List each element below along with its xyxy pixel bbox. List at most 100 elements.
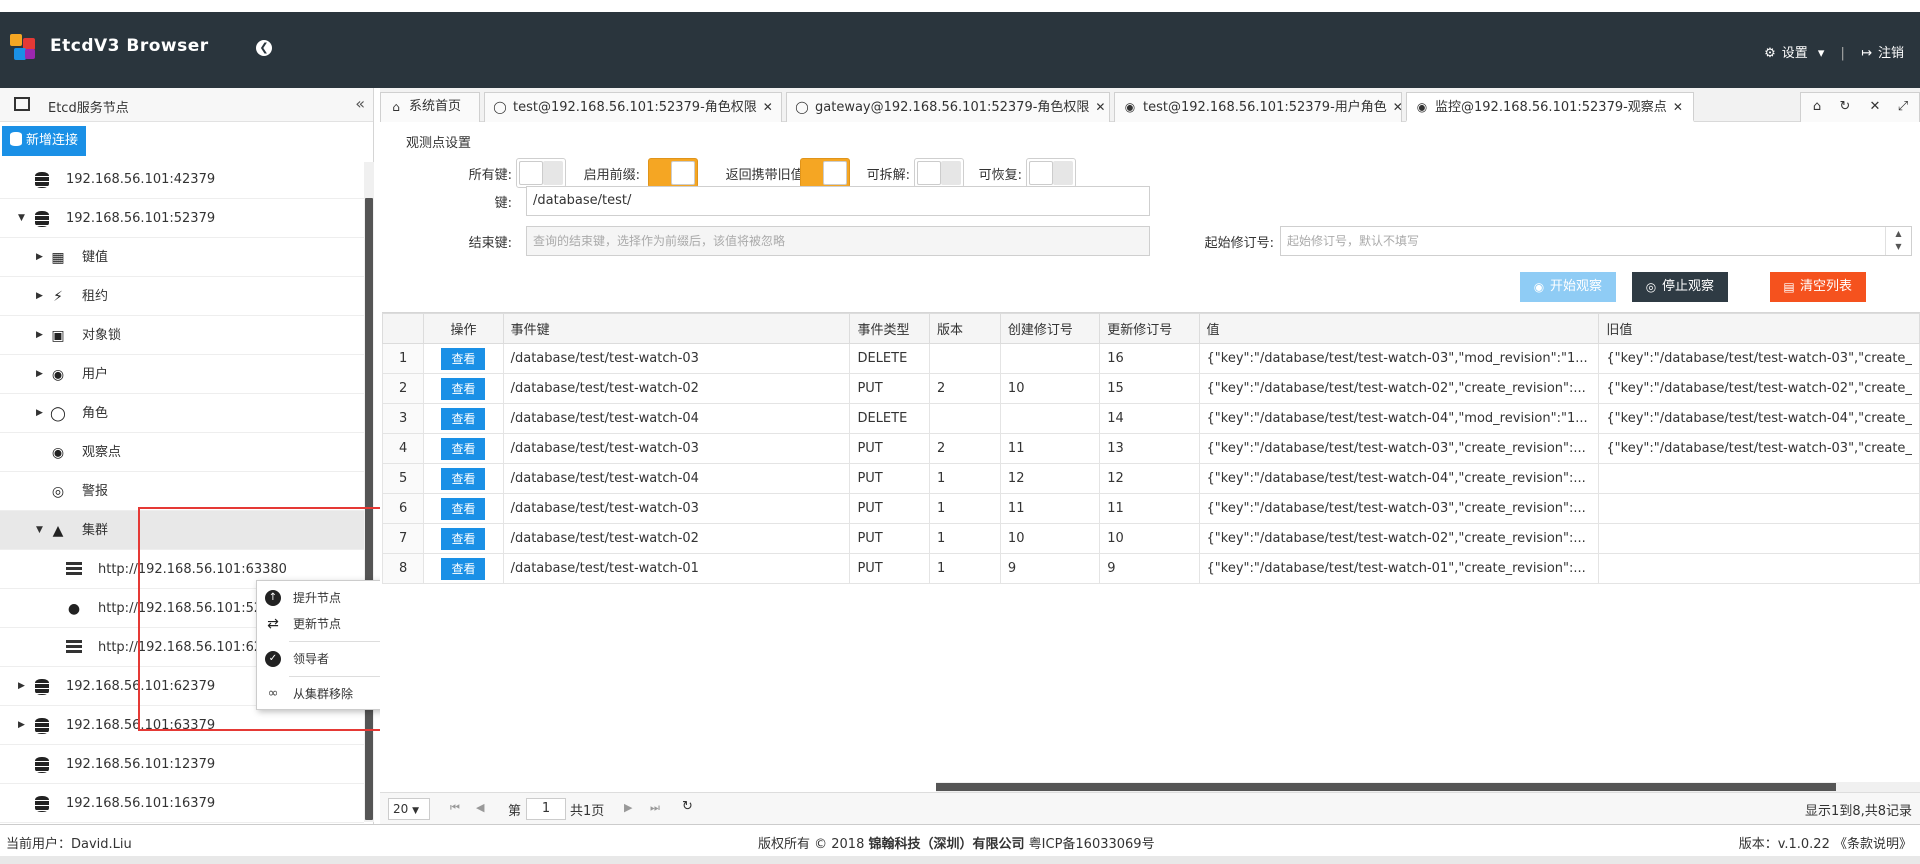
column-header[interactable]: 事件类型 (849, 313, 930, 344)
table-row[interactable]: 1 查看/database/test/test-watch-03 DELETE 16{… (382, 343, 1920, 374)
connection-tree: 192.168.56.101:42379 ▼ 192.168.56.101:52… (0, 160, 374, 824)
last-page-icon[interactable]: ⏭ (650, 801, 660, 815)
tree-item-server-expanded[interactable]: ▼ 192.168.56.101:52379 (0, 199, 364, 238)
collapse-arrow-icon[interactable]: ▶ (36, 355, 43, 394)
grid-horizontal-scrollbar[interactable] (936, 782, 1920, 792)
scrollbar-thumb[interactable] (365, 198, 373, 820)
tab-role-permission-gateway[interactable]: ◯ gateway@192.168.56.101:52379-角色权限 ✕ (786, 92, 1110, 122)
view-button[interactable]: 查看 (441, 347, 486, 370)
table-row[interactable]: 3 查看/database/test/test-watch-04 DELETE 14{… (382, 403, 1920, 434)
all-keys-switch[interactable] (516, 158, 566, 188)
page-size-select[interactable]: 20 ▼ (388, 798, 430, 820)
view-button[interactable]: 查看 (441, 497, 486, 520)
stop-watch-button[interactable]: ◎ 停止观察 (1632, 272, 1729, 302)
start-revision-input[interactable]: 起始修订号，默认不填写 ▲ ▼ (1280, 226, 1912, 256)
tree-item-server[interactable]: 192.168.56.101:16379 (0, 784, 364, 823)
tab-label: gateway@192.168.56.101:52379-角色权限 (815, 100, 1090, 115)
key-input[interactable]: /database/test/ (526, 186, 1150, 216)
close-icon[interactable]: ✕ (1393, 100, 1403, 114)
table-row[interactable]: 6 查看/database/test/test-watch-03 PUT 1 11 11{… (382, 493, 1920, 524)
view-button[interactable]: 查看 (441, 407, 486, 430)
tree-item-users[interactable]: ▶ ◉ 用户 (0, 355, 364, 394)
refresh-icon[interactable]: ↻ (1837, 99, 1853, 115)
tree-item-server[interactable]: ▶ 192.168.56.101:63379 (0, 706, 364, 745)
refresh-icon[interactable]: ↻ (682, 799, 693, 814)
collapse-arrow-icon[interactable]: ▶ (36, 394, 43, 433)
action-cell: 查看 (423, 403, 504, 434)
table-row[interactable]: 8 查看/database/test/test-watch-01 PUT 1 9 9 {"k… (382, 553, 1920, 584)
scrollbar-thumb[interactable] (936, 783, 1836, 791)
view-button[interactable]: 查看 (441, 527, 486, 550)
collapse-arrow-icon[interactable]: ▶ (36, 277, 43, 316)
view-button[interactable]: 查看 (441, 437, 486, 460)
tab-role-permission-test[interactable]: ◯ test@192.168.56.101:52379-角色权限 ✕ (484, 92, 782, 122)
fullscreen-icon[interactable]: ⤢ (1895, 99, 1911, 115)
view-button[interactable]: 查看 (441, 467, 486, 490)
first-page-icon[interactable]: ⏮ (450, 801, 460, 815)
tab-watch-monitor[interactable]: ◉ 监控@192.168.56.101:52379-观察点 ✕ (1406, 92, 1694, 122)
prev-kv-switch[interactable] (800, 158, 850, 188)
view-button[interactable]: 查看 (441, 557, 486, 580)
version-info[interactable]: 版本：v.1.0.22 《条款说明》 (1739, 833, 1912, 852)
tree-item-lease[interactable]: ▶ ⚡ 租约 (0, 277, 364, 316)
current-user: 当前用户：David.Liu (6, 837, 132, 852)
expand-arrow-icon[interactable]: ▼ (18, 199, 25, 238)
settings-menu[interactable]: 设置 (1782, 46, 1808, 61)
collapse-arrow-icon[interactable]: ▶ (18, 667, 25, 706)
progress-notify-switch[interactable] (1026, 158, 1076, 188)
table-row[interactable]: 7 查看/database/test/test-watch-02 PUT 1 10 10{… (382, 523, 1920, 554)
caret-down-icon: ▾ (1817, 46, 1825, 61)
start-watch-button[interactable]: ◉ 开始观察 (1520, 272, 1617, 302)
page-number-input[interactable]: 1 (526, 798, 566, 820)
tab-home[interactable]: ⌂ 系统首页 (380, 92, 480, 122)
tree-item-server[interactable]: 192.168.56.101:12379 (0, 745, 364, 784)
table-row[interactable]: 4 查看/database/test/test-watch-03 PUT 2 11 13{… (382, 433, 1920, 464)
fragment-switch[interactable] (914, 158, 964, 188)
end-key-input[interactable]: 查询的结束键，选择作为前缀后，该值将被忽略 (526, 226, 1150, 256)
prefix-switch[interactable] (648, 158, 698, 188)
column-header[interactable]: 事件键 (502, 313, 851, 344)
tree-item-server[interactable]: 192.168.56.101:42379 (0, 160, 364, 199)
close-icon[interactable]: ✕ (1673, 100, 1683, 114)
column-header[interactable]: 旧值 (1598, 313, 1920, 344)
logout-link[interactable]: 注销 (1878, 46, 1904, 61)
collapse-arrow-icon[interactable]: ▶ (36, 238, 43, 277)
close-icon[interactable]: ✕ (763, 100, 773, 114)
tree-item-kv[interactable]: ▶ ▦ 键值 (0, 238, 364, 277)
collapse-panel-icon[interactable]: « (355, 94, 365, 113)
clear-list-button[interactable]: ▤ 清空列表 (1770, 272, 1867, 302)
tab-user-role[interactable]: ◉ test@192.168.56.101:52379-用户角色 ✕ (1114, 92, 1403, 122)
cell-type: DELETE (849, 403, 930, 434)
tree-scrollbar[interactable] (364, 162, 374, 822)
tree-item-roles[interactable]: ▶ ◯ 角色 (0, 394, 364, 433)
collapse-sidebar-icon[interactable]: ❮ (256, 40, 272, 56)
column-header[interactable]: 更新修订号 (1099, 313, 1200, 344)
home-icon[interactable]: ⌂ (1809, 99, 1825, 115)
tree-item-lock[interactable]: ▶ ▣ 对象锁 (0, 316, 364, 355)
close-icon[interactable]: ✕ (1867, 99, 1883, 115)
tree-item-alarm[interactable]: ◎ 警报 (0, 472, 364, 511)
collapse-arrow-icon[interactable]: ▶ (18, 706, 25, 745)
next-page-icon[interactable]: ▶ (624, 801, 632, 814)
prev-page-icon[interactable]: ◀ (476, 801, 484, 814)
column-header[interactable]: 创建修订号 (999, 313, 1101, 344)
column-header[interactable]: 值 (1198, 313, 1600, 344)
cell-old: {"key":"/database/test/test-watch-04","c… (1598, 403, 1920, 434)
tree-item-watch[interactable]: ◉ 观察点 (0, 433, 364, 472)
page-size-value: 20 (393, 802, 409, 816)
column-header[interactable]: 操作 (423, 313, 504, 344)
button-label: 清空列表 (1800, 279, 1853, 294)
collapse-arrow-icon[interactable]: ▶ (36, 316, 43, 355)
icp-number[interactable]: 粤ICP备16033069号 (1029, 837, 1155, 852)
expand-arrow-icon[interactable]: ▼ (36, 511, 43, 550)
cell-key: /database/test/test-watch-02 (502, 523, 851, 554)
close-icon[interactable]: ✕ (1095, 100, 1105, 114)
view-button[interactable]: 查看 (441, 377, 486, 400)
column-header[interactable]: 版本 (929, 313, 1001, 344)
cell-key: /database/test/test-watch-03 (502, 433, 851, 464)
table-row[interactable]: 5 查看/database/test/test-watch-04 PUT 1 12 12{… (382, 463, 1920, 494)
add-connection-button[interactable]: 新增连接 (2, 126, 87, 156)
table-row[interactable]: 2 查看/database/test/test-watch-02 PUT 2 10 15{… (382, 373, 1920, 404)
tree-item-cluster[interactable]: ▼ ▲ 集群 (0, 511, 364, 550)
stepper-icon[interactable]: ▲ ▼ (1885, 227, 1911, 255)
